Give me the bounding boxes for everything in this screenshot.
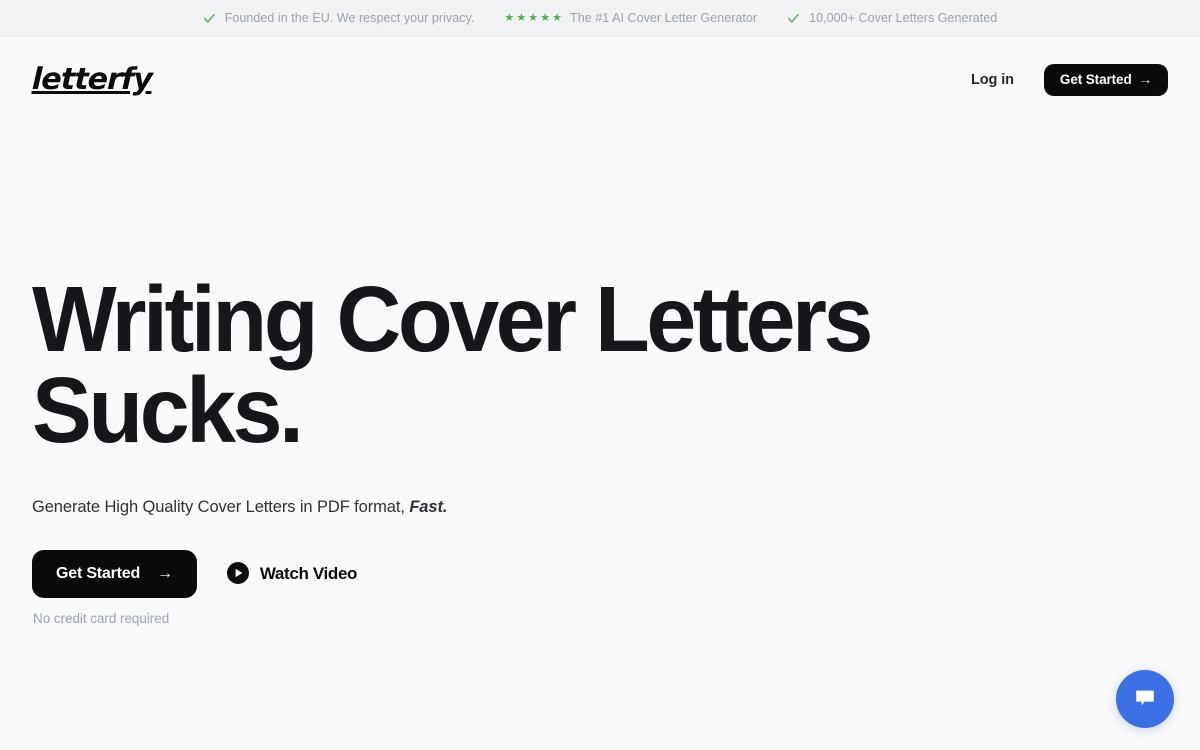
star-icon: ★ [540,11,551,24]
hero-section: Writing Cover Letters Sucks. Generate Hi… [0,273,1200,627]
announcement-item-rating: ★ ★ ★ ★ ★ The #1 AI Cover Letter Generat… [504,11,757,25]
star-icon: ★ [504,11,515,24]
watch-video-label: Watch Video [259,564,358,584]
announcement-items: Founded in the EU. We respect your priva… [203,11,998,25]
hero-get-started-button[interactable]: Get Started → [32,550,197,599]
announcement-banner: Founded in the EU. We respect your priva… [0,0,1200,37]
chat-bubble-icon [1131,684,1159,715]
announcement-text-count: 10,000+ Cover Letters Generated [809,11,998,25]
check-icon [203,12,216,25]
headline-line-2: Sucks. [32,358,304,463]
star-icon: ★ [516,11,527,24]
hero-get-started-label: Get Started [56,565,141,583]
announcement-text-rating: The #1 AI Cover Letter Generator [570,11,758,25]
header-get-started-label: Get Started [1059,72,1132,87]
announcement-text-privacy: Founded in the EU. We respect your priva… [224,11,475,25]
star-icon: ★ [552,11,563,24]
check-icon [787,12,800,25]
hero-subheading-accent: Fast. [409,498,448,517]
logo[interactable]: letterfy [15,62,152,97]
login-link[interactable]: Log in [971,72,1014,88]
stars-icon: ★ ★ ★ ★ ★ [504,11,563,24]
site-header: letterfy Log in Get Started → [0,37,1200,122]
arrow-right-icon: → [1138,72,1153,87]
header-get-started-button[interactable]: Get Started → [1043,63,1168,96]
header-nav: Log in Get Started → [971,63,1168,96]
headline-line-1: Writing Cover Letters [32,267,873,371]
announcement-item-count: 10,000+ Cover Letters Generated [787,11,997,25]
page-title: Writing Cover Letters Sucks. [32,273,997,457]
hero-subheading-text: Generate High Quality Cover Letters in P… [32,498,405,517]
chat-widget-button[interactable] [1116,670,1174,728]
watch-video-button[interactable]: Watch Video [226,561,358,587]
hero-subheading: Generate High Quality Cover Letters in P… [32,498,1168,517]
announcement-item-privacy: Founded in the EU. We respect your priva… [203,11,475,25]
hero-fineprint: No credit card required [33,611,170,627]
star-icon: ★ [528,11,539,24]
hero-cta-row: Get Started → Watch Video [32,550,1168,599]
play-circle-icon [226,561,249,587]
arrow-right-icon: → [157,565,173,583]
